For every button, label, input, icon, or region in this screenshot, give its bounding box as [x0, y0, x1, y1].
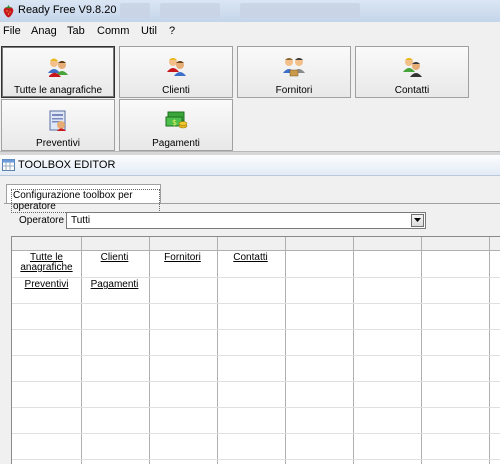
editor-title: TOOLBOX EDITOR: [18, 159, 116, 171]
blurred-region: [240, 3, 360, 18]
grid-row-line: [12, 329, 500, 330]
tile-label: Preventivi: [36, 138, 80, 149]
grid-col-line: [81, 237, 82, 464]
tab-configurazione[interactable]: Configurazione toolbox per operatore: [6, 184, 161, 213]
menu-tab[interactable]: Tab: [67, 25, 85, 37]
quote-document-icon: [47, 109, 69, 136]
contacts-icon: [400, 56, 424, 83]
svg-text:$: $: [172, 118, 177, 127]
blurred-region: [160, 3, 220, 18]
operator-label: Operatore :: [19, 215, 70, 226]
tile-tutte-le-anagrafiche[interactable]: Tutte le anagrafiche: [1, 46, 115, 98]
grid-col-line: [421, 237, 422, 464]
clients-icon: [164, 56, 188, 83]
menu-bar: File Anag Tab Comm Util ?: [0, 22, 500, 41]
grid-cell[interactable]: Preventivi: [13, 280, 80, 290]
menu-comm[interactable]: Comm: [97, 25, 129, 37]
grid-row-line: [12, 277, 500, 278]
grid-cell[interactable]: Fornitori: [149, 253, 216, 263]
grid-cell[interactable]: Contatti: [217, 253, 284, 263]
tile-fornitori[interactable]: Fornitori: [237, 46, 351, 98]
menu-util[interactable]: Util: [141, 25, 157, 37]
money-icon: $: [164, 109, 188, 134]
tile-clienti[interactable]: Clienti: [119, 46, 233, 98]
chevron-down-icon: [414, 218, 421, 222]
tile-preventivi[interactable]: Preventivi: [1, 99, 115, 151]
grid-col-line: [149, 237, 150, 464]
window-icon: [2, 159, 15, 174]
tile-label: Tutte le anagrafiche: [13, 85, 103, 96]
menu-file[interactable]: File: [3, 25, 21, 37]
toolbox-grid[interactable]: Tutte le anagrafiche Clienti Fornitori C…: [11, 236, 500, 464]
tab-label: Configurazione toolbox per operatore: [11, 189, 160, 213]
dropdown-button[interactable]: [411, 214, 424, 227]
title-bar: Ready Free V9.8.20: [0, 0, 500, 22]
tile-pagamenti[interactable]: $ Pagamenti: [119, 99, 233, 151]
suppliers-icon: [281, 56, 307, 83]
grid-col-line: [217, 237, 218, 464]
operator-select-value: Tutti: [71, 215, 91, 226]
grid-row-line: [12, 407, 500, 408]
grid-header: [12, 237, 500, 251]
tile-label: Fornitori: [275, 85, 313, 96]
grid-cell[interactable]: Pagamenti: [81, 280, 148, 290]
window-title: Ready Free V9.8.20: [18, 4, 117, 16]
grid-row-line: [12, 303, 500, 304]
editor-title-bar: TOOLBOX EDITOR: [0, 155, 500, 176]
strawberry-app-icon: [2, 4, 15, 21]
toolbar-tiles: Tutte le anagrafiche Clienti Fornitori C…: [0, 41, 500, 151]
grid-row-line: [12, 459, 500, 460]
blurred-region: [120, 3, 150, 18]
menu-anag[interactable]: Anag: [31, 25, 57, 37]
grid-row-line: [12, 433, 500, 434]
grid-row-line: [12, 381, 500, 382]
tile-label: Clienti: [162, 85, 190, 96]
tile-label: Pagamenti: [152, 138, 200, 149]
grid-col-line: [489, 237, 490, 464]
tile-label: Contatti: [394, 85, 430, 96]
grid-row-line: [12, 355, 500, 356]
menu-help[interactable]: ?: [169, 25, 175, 37]
grid-col-line: [285, 237, 286, 464]
grid-col-line: [353, 237, 354, 464]
people-group-icon: [46, 56, 70, 85]
grid-cell[interactable]: Tutte le anagrafiche: [13, 253, 80, 273]
operator-select[interactable]: Tutti: [66, 212, 426, 229]
grid-cell[interactable]: Clienti: [81, 253, 148, 263]
tile-contatti[interactable]: Contatti: [355, 46, 469, 98]
